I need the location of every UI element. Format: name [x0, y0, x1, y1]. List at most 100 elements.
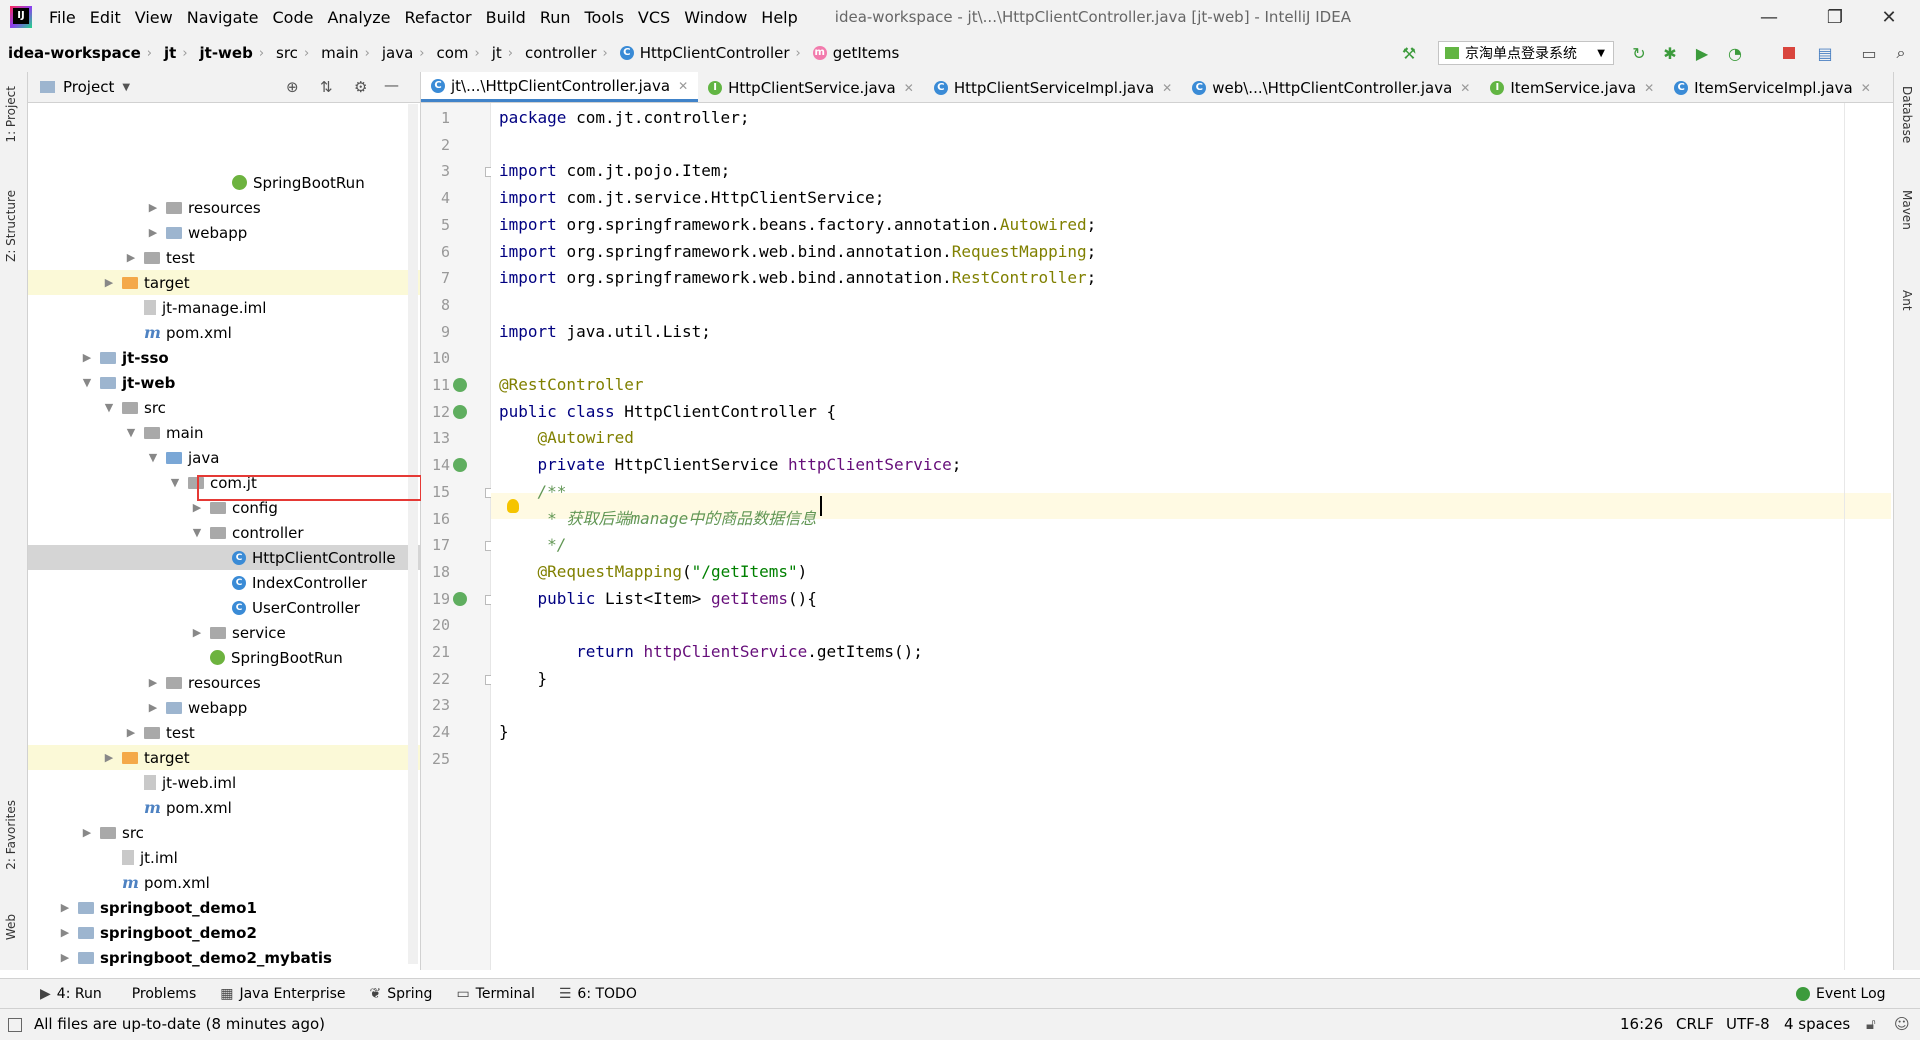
- editor-tab[interactable]: I HttpClientService.java ✕: [698, 73, 924, 102]
- breadcrumb-item[interactable]: C HttpClientController ›: [612, 44, 805, 62]
- breadcrumb-item[interactable]: m getItems: [805, 44, 904, 62]
- close-icon[interactable]: ✕: [1866, 0, 1912, 34]
- tree-item[interactable]: ▼ src: [28, 395, 420, 420]
- tree-item[interactable]: m pom.xml: [28, 870, 420, 895]
- tree-item[interactable]: ▶ test: [28, 720, 420, 745]
- tree-item[interactable]: m pom.xml: [28, 320, 420, 345]
- close-tab-icon[interactable]: ✕: [1460, 81, 1470, 95]
- file-encoding[interactable]: UTF-8: [1726, 1015, 1770, 1033]
- tool-window-run[interactable]: ▶ 4: Run: [28, 986, 114, 1002]
- menu-vcs[interactable]: VCS: [631, 8, 677, 27]
- spring-bean-gutter-icon[interactable]: [453, 591, 467, 606]
- coverage-icon[interactable]: ▶: [1691, 42, 1713, 64]
- tree-item[interactable]: ▼ controller: [28, 520, 420, 545]
- collapsed-arrow-icon[interactable]: ▶: [80, 351, 94, 364]
- collapsed-arrow-icon[interactable]: ▶: [58, 901, 72, 914]
- menu-code[interactable]: Code: [266, 8, 321, 27]
- layout-icon[interactable]: ▭: [1858, 42, 1880, 64]
- collapsed-arrow-icon[interactable]: ▶: [146, 701, 160, 714]
- tree-item[interactable]: SpringBootRun: [28, 645, 420, 670]
- breadcrumb-item[interactable]: main ›: [313, 44, 374, 62]
- breadcrumb-item[interactable]: java ›: [374, 44, 429, 62]
- menu-refactor[interactable]: Refactor: [398, 8, 479, 27]
- tree-item[interactable]: ▶ jt-sso: [28, 345, 420, 370]
- spring-bean-gutter-icon[interactable]: [453, 404, 467, 419]
- editor-tab[interactable]: I ItemService.java ✕: [1480, 73, 1664, 102]
- breadcrumb-item[interactable]: src ›: [268, 44, 313, 62]
- tool-window-todo[interactable]: ☰ 6: TODO: [547, 986, 649, 1002]
- project-structure-icon[interactable]: ▤: [1814, 42, 1836, 64]
- tree-item[interactable]: m pom.xml: [28, 795, 420, 820]
- collapsed-arrow-icon[interactable]: ▶: [124, 726, 138, 739]
- collapsed-arrow-icon[interactable]: ▶: [124, 251, 138, 264]
- maximize-icon[interactable]: ❐: [1812, 0, 1858, 34]
- profile-icon[interactable]: ◔: [1724, 42, 1746, 64]
- collapsed-arrow-icon[interactable]: ▶: [102, 276, 116, 289]
- expanded-arrow-icon[interactable]: ▼: [80, 376, 94, 389]
- toggle-tool-windows-icon[interactable]: [8, 1018, 22, 1032]
- collapsed-arrow-icon[interactable]: ▶: [190, 501, 204, 514]
- breadcrumb-item[interactable]: jt-web ›: [192, 44, 269, 62]
- breadcrumb-item[interactable]: controller ›: [517, 44, 612, 62]
- editor-tab[interactable]: C HttpClientServiceImpl.java ✕: [924, 73, 1182, 102]
- tool-window-java-enterprise[interactable]: ▦ Java Enterprise: [208, 986, 357, 1002]
- close-tab-icon[interactable]: ✕: [1162, 81, 1172, 95]
- tree-item[interactable]: ▶ springboot_demo1: [28, 895, 420, 920]
- breadcrumb-item[interactable]: idea-workspace ›: [0, 44, 156, 62]
- tool-window-terminal[interactable]: ▭ Terminal: [444, 986, 546, 1002]
- menu-build[interactable]: Build: [479, 8, 533, 27]
- tab-project[interactable]: 1: Project: [4, 86, 18, 143]
- caret-position[interactable]: 16:26: [1620, 1015, 1663, 1033]
- debug-icon[interactable]: ✱: [1659, 42, 1681, 64]
- tab-structure[interactable]: Z: Structure: [4, 190, 18, 262]
- code-editor[interactable]: package com.jt.controller; import com.jt.…: [491, 103, 1891, 970]
- rerun-icon[interactable]: ↻: [1628, 42, 1650, 64]
- stop-icon[interactable]: [1778, 42, 1800, 64]
- tree-item[interactable]: ▶ webapp: [28, 695, 420, 720]
- collapsed-arrow-icon[interactable]: ▶: [58, 926, 72, 939]
- menu-run[interactable]: Run: [533, 8, 578, 27]
- lock-icon[interactable]: 🔓︎: [1866, 1015, 1876, 1033]
- menu-file[interactable]: File: [42, 8, 83, 27]
- tab-maven[interactable]: Maven: [1900, 190, 1914, 230]
- expanded-arrow-icon[interactable]: ▼: [124, 426, 138, 439]
- collapsed-arrow-icon[interactable]: ▶: [146, 226, 160, 239]
- tree-item[interactable]: ▶ resources: [28, 670, 420, 695]
- editor-tab[interactable]: C ItemServiceImpl.java ✕: [1664, 73, 1881, 102]
- expanded-arrow-icon[interactable]: ▼: [190, 526, 204, 539]
- menu-edit[interactable]: Edit: [83, 8, 128, 27]
- collapsed-arrow-icon[interactable]: ▶: [146, 201, 160, 214]
- tab-favorites[interactable]: 2: Favorites: [4, 800, 18, 870]
- editor-tab[interactable]: Cweb\...\HttpClientController.java ✕: [1182, 73, 1480, 102]
- tree-item[interactable]: ▼ main: [28, 420, 420, 445]
- event-log-button[interactable]: Event Log: [1796, 986, 1886, 1002]
- tree-item[interactable]: C IndexController: [28, 570, 420, 595]
- menu-window[interactable]: Window: [677, 8, 754, 27]
- close-tab-icon[interactable]: ✕: [1644, 81, 1654, 95]
- expanded-arrow-icon[interactable]: ▼: [168, 476, 182, 489]
- indent-setting[interactable]: 4 spaces: [1784, 1015, 1850, 1033]
- tree-item[interactable]: SpringBootRun: [28, 170, 420, 195]
- tree-item[interactable]: ▶ springboot_demo2: [28, 920, 420, 945]
- expanded-arrow-icon[interactable]: ▼: [146, 451, 160, 464]
- collapsed-arrow-icon[interactable]: ▶: [102, 751, 116, 764]
- tree-item[interactable]: ▶ test: [28, 245, 420, 270]
- menu-analyze[interactable]: Analyze: [320, 8, 397, 27]
- tree-item[interactable]: ▶ target: [28, 270, 420, 295]
- tree-item[interactable]: C HttpClientControlle: [28, 545, 420, 570]
- tree-item[interactable]: jt.iml: [28, 845, 420, 870]
- tab-ant[interactable]: Ant: [1900, 290, 1914, 311]
- tool-window-spring[interactable]: ❦ Spring: [358, 986, 445, 1002]
- tree-item[interactable]: ▶ target: [28, 745, 420, 770]
- tree-item[interactable]: C UserController: [28, 595, 420, 620]
- breadcrumb-item[interactable]: jt ›: [484, 44, 517, 62]
- tree-item[interactable]: ▶ src: [28, 820, 420, 845]
- close-tab-icon[interactable]: ✕: [1861, 81, 1871, 95]
- menu-tools[interactable]: Tools: [578, 8, 631, 27]
- menu-help[interactable]: Help: [754, 8, 804, 27]
- tree-item[interactable]: ▼ jt-web: [28, 370, 420, 395]
- collapsed-arrow-icon[interactable]: ▶: [146, 676, 160, 689]
- spring-bean-gutter-icon[interactable]: [453, 458, 467, 473]
- breadcrumb-item[interactable]: jt ›: [156, 44, 192, 62]
- tree-item[interactable]: ▼ java: [28, 445, 420, 470]
